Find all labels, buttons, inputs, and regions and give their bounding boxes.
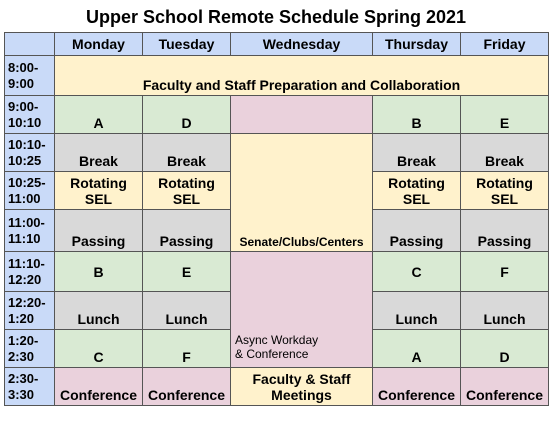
thursday-rotating-sel: Rotating SEL xyxy=(372,171,461,210)
senate-clubs-centers-cell: Senate/Clubs/Centers xyxy=(230,133,373,252)
day-header-tuesday: Tuesday xyxy=(142,32,231,56)
monday-block-b: B xyxy=(54,251,143,292)
thursday-break: Break xyxy=(372,133,461,172)
monday-break: Break xyxy=(54,133,143,172)
row-1110: 11:10- 12:20 B E Async Workday & Conferenc… xyxy=(4,251,549,368)
day-header-friday: Friday xyxy=(460,32,549,56)
time-cell: 2:30- 3:30 xyxy=(4,367,55,406)
tuesday-rotating-sel: Rotating SEL xyxy=(142,171,231,210)
monday-block-c: C xyxy=(54,329,143,368)
friday-block-e: E xyxy=(460,95,549,134)
day-header-thursday: Thursday xyxy=(372,32,461,56)
row-0900: 9:00- 10:10 A D B E xyxy=(4,95,549,134)
time-cell: 11:00- 11:10 xyxy=(4,209,55,252)
monday-conference: Conference xyxy=(54,367,143,406)
friday-lunch: Lunch xyxy=(460,291,549,330)
thursday-block-b: B xyxy=(372,95,461,134)
thursday-block-c: C xyxy=(372,251,461,292)
header-row: Monday Tuesday Wednesday Thursday Friday xyxy=(4,32,549,56)
time-cell: 10:25- 11:00 xyxy=(4,171,55,210)
time-cell: 11:10- 12:20 xyxy=(4,251,55,292)
async-workday-conference-cell: Async Workday & Conference xyxy=(230,251,373,368)
tuesday-block-d: D xyxy=(142,95,231,134)
thursday-conference: Conference xyxy=(372,367,461,406)
friday-passing: Passing xyxy=(460,209,549,252)
day-header-wednesday: Wednesday xyxy=(230,32,373,56)
tuesday-lunch: Lunch xyxy=(142,291,231,330)
page-title: Upper School Remote Schedule Spring 2021 xyxy=(85,7,467,27)
tuesday-break: Break xyxy=(142,133,231,172)
tuesday-block-f: F xyxy=(142,329,231,368)
thursday-passing: Passing xyxy=(372,209,461,252)
tuesday-block-e: E xyxy=(142,251,231,292)
time-cell: 1:20- 2:30 xyxy=(4,329,55,368)
wednesday-morning-cell xyxy=(230,95,373,134)
row-0230: 2:30- 3:30 Conference Conference Faculty … xyxy=(4,367,549,406)
monday-block-a: A xyxy=(54,95,143,134)
friday-rotating-sel: Rotating SEL xyxy=(460,171,549,210)
day-header-monday: Monday xyxy=(54,32,143,56)
monday-lunch: Lunch xyxy=(54,291,143,330)
monday-passing: Passing xyxy=(54,209,143,252)
row-1010: 10:10- 10:25 Break Break Senate/Clubs/Cen… xyxy=(4,133,549,252)
time-cell: 8:00- 9:00 xyxy=(4,55,55,96)
time-cell: 9:00- 10:10 xyxy=(4,95,55,134)
friday-block-f: F xyxy=(460,251,549,292)
corner-cell xyxy=(4,32,55,56)
friday-break: Break xyxy=(460,133,549,172)
time-cell: 12:20- 1:20 xyxy=(4,291,55,330)
prep-collaboration-cell: Faculty and Staff Preparation and Collab… xyxy=(54,55,549,96)
thursday-lunch: Lunch xyxy=(372,291,461,330)
tuesday-passing: Passing xyxy=(142,209,231,252)
faculty-staff-meetings-cell: Faculty & Staff Meetings xyxy=(230,367,373,406)
friday-conference: Conference xyxy=(460,367,549,406)
monday-rotating-sel: Rotating SEL xyxy=(54,171,143,210)
tuesday-conference: Conference xyxy=(142,367,231,406)
thursday-block-a: A xyxy=(372,329,461,368)
schedule-table: Monday Tuesday Wednesday Thursday Friday… xyxy=(4,32,549,406)
row-0800: 8:00- 9:00 Faculty and Staff Preparation … xyxy=(4,55,549,96)
friday-block-d: D xyxy=(460,329,549,368)
time-cell: 10:10- 10:25 xyxy=(4,133,55,172)
